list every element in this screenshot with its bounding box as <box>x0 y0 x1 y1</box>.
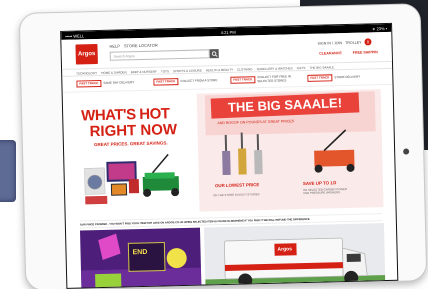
search-input[interactable]: Search Argos <box>109 49 210 61</box>
tablet-product-screen <box>111 184 127 195</box>
promo-collect-free[interactable]: FAST TRACK COLLECT FOR FREE IN SELECTED … <box>230 74 301 85</box>
game-artwork <box>80 233 202 289</box>
nav-item-gifts[interactable]: GIFTS <box>297 66 306 70</box>
game-title: END <box>132 248 148 257</box>
television-screen <box>108 163 135 180</box>
nav-item-baby-nursery[interactable]: BABY & NURSERY <box>131 70 157 75</box>
lawnmower-sale-handle <box>323 129 347 152</box>
delivery-van-image <box>205 237 386 289</box>
bottom-banners: END Argos <box>79 223 386 289</box>
help-link[interactable]: HELP <box>109 43 120 48</box>
trolley-count-badge[interactable]: 0 <box>364 38 372 46</box>
promo-text: STORE DELIVERY <box>334 74 361 80</box>
console-image <box>85 195 108 205</box>
nav-item-clothing[interactable]: CLOTHING <box>237 67 253 71</box>
game-accessory <box>95 273 122 289</box>
promo-store-delivery[interactable]: FAST TRACK STORE DELIVERY <box>307 72 378 83</box>
lawnmower-handle <box>152 153 169 174</box>
free-shipping-link[interactable]: FREE SHIPPIN <box>353 50 378 55</box>
lawnmower-body <box>144 172 175 179</box>
save-up-subtext: ON SELECTED GARDEN POWER AND PRESSURE WA… <box>303 187 347 196</box>
lowest-price-subtext: ON THE STORE IN MULTI STUDIES <box>213 192 260 198</box>
hero-banners: WHAT'S HOT RIGHT NOW GREAT PRICES. GREAT… <box>76 89 384 215</box>
store-links: HELP STORE LOCATOR <box>109 43 157 49</box>
status-time: 4:21 PM <box>220 29 236 35</box>
nav-item-technology[interactable]: TECHNOLOGY <box>76 71 97 76</box>
promo-collect[interactable]: FAST TRACK COLLECT FROM A STORE <box>153 76 224 87</box>
game-hero <box>166 248 187 269</box>
van-promo-banner[interactable]: Argos <box>203 223 386 289</box>
tablet-screen: ••••• WELL 4:21 PM ∗ 23% ▪ Argos HELP ST… <box>60 22 399 289</box>
fast-track-badge: FAST TRACK <box>76 79 102 88</box>
game-box <box>127 241 166 272</box>
save-up-heading: SAVE UP TO 1/3 <box>302 180 337 187</box>
sale-products <box>222 129 355 176</box>
nav-item-jewellery-watches[interactable]: JEWELLERY & WATCHES <box>257 66 293 71</box>
product-collage <box>84 153 180 205</box>
nav-item-sports-leisure[interactable]: SPORTS & LEISURE <box>173 68 202 73</box>
promo-text: COLLECT FROM A STORE <box>180 77 218 83</box>
van-logo: Argos <box>277 246 293 253</box>
fast-track-badge: FAST TRACK <box>153 77 179 86</box>
photo-backdrop: ••••• WELL 4:21 PM ∗ 23% ▪ Argos HELP ST… <box>0 0 428 289</box>
trolley-link[interactable]: TROLLEY <box>345 40 361 44</box>
sign-in-link[interactable]: SIGN IN / JOIN <box>317 41 342 46</box>
lowest-price-heading: OUR LOWEST PRICE <box>215 182 260 188</box>
washing-machine-door <box>87 174 103 190</box>
vacuum-2-body <box>238 148 247 175</box>
home-button[interactable] <box>403 148 410 155</box>
great-prices-subtitle: GREAT PRICES. GREAT SAVINGS. <box>93 140 168 148</box>
lowest-price-line-1: OUR LOWEST PRICE <box>214 182 260 189</box>
store-locator-link[interactable]: STORE LOCATOR <box>124 43 158 49</box>
vacuum-3-body <box>254 150 263 175</box>
game-promo-banner[interactable]: END <box>79 227 202 289</box>
promo-text: COLLECT FOR FREE IN SELECTED STORES <box>257 74 291 83</box>
right-now-title: RIGHT NOW <box>89 121 178 141</box>
nav-item-home-garden[interactable]: HOME & GARDEN <box>101 70 127 75</box>
game-figure <box>98 233 121 260</box>
promo-text: SAME DAY DELIVERY <box>103 79 135 85</box>
big-saale-banner[interactable]: THE BIG SAAALE! AND BOGOF ON POUNDS AT G… <box>196 89 384 212</box>
clearance-link[interactable]: CLEARANCE <box>319 51 342 56</box>
argos-logo[interactable]: Argos <box>75 44 98 65</box>
nav-item-big-saale[interactable]: THE BIG SAAALE <box>309 65 334 70</box>
phone-edge <box>0 140 16 202</box>
status-battery: ∗ 23% ▪ <box>372 25 388 31</box>
vacuum-1-body <box>222 150 231 176</box>
search-button[interactable] <box>209 49 219 59</box>
save-up-subtext-line-2: AND PRESSURE WASHERS <box>303 190 341 196</box>
status-carrier: ••••• WELL <box>65 32 85 39</box>
van-window <box>346 253 361 263</box>
promo-same-day[interactable]: FAST TRACK SAME DAY DELIVERY <box>76 78 147 89</box>
account-area: SIGN IN / JOIN TROLLEY 0 <box>317 38 372 46</box>
whats-hot-banner[interactable]: WHAT'S HOT RIGHT NOW GREAT PRICES. GREAT… <box>77 94 198 215</box>
nav-item-toys[interactable]: TOYS <box>161 69 169 73</box>
tablet-device: ••••• WELL 4:21 PM ∗ 23% ▪ Argos HELP ST… <box>18 3 428 289</box>
nav-item-health-beauty[interactable]: HEALTH & BEAUTY <box>206 68 233 73</box>
fast-track-badge: FAST TRACK <box>307 74 333 83</box>
lawnmower-sale-deck <box>314 149 355 167</box>
fast-track-badge: FAST TRACK <box>230 75 256 85</box>
search-icon <box>211 50 217 57</box>
speaker-image <box>128 179 140 194</box>
